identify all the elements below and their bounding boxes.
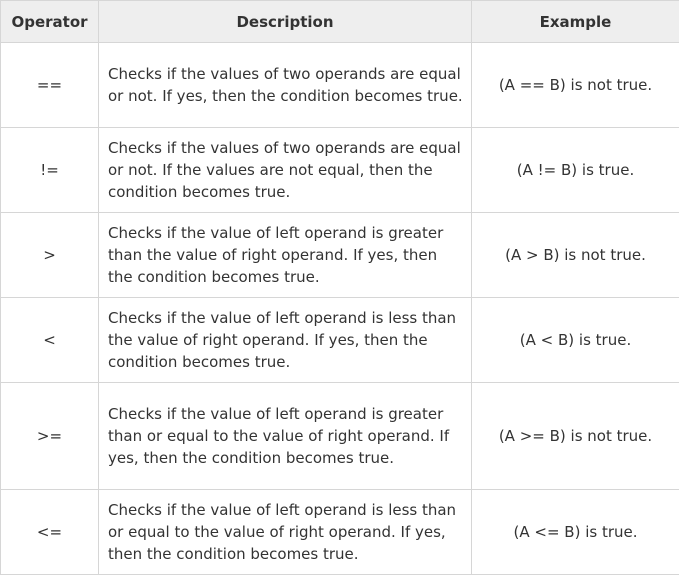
description-cell: Checks if the value of left operand is l… [99, 298, 472, 383]
table-row: != Checks if the values of two operands … [1, 128, 679, 213]
operator-cell: <= [1, 490, 99, 575]
header-example: Example [472, 1, 679, 43]
table-row: > Checks if the value of left operand is… [1, 213, 679, 298]
table-row: == Checks if the values of two operands … [1, 43, 679, 128]
header-description: Description [99, 1, 472, 43]
description-cell: Checks if the value of left operand is g… [99, 213, 472, 298]
description-cell: Checks if the value of left operand is g… [99, 383, 472, 490]
description-cell: Checks if the values of two operands are… [99, 128, 472, 213]
operators-table: Operator Description Example == Checks i… [0, 0, 679, 575]
example-cell: (A > B) is not true. [472, 213, 679, 298]
operator-cell: == [1, 43, 99, 128]
table-row: <= Checks if the value of left operand i… [1, 490, 679, 575]
header-operator: Operator [1, 1, 99, 43]
example-cell: (A <= B) is true. [472, 490, 679, 575]
operator-cell: > [1, 213, 99, 298]
operator-cell: < [1, 298, 99, 383]
operator-cell: != [1, 128, 99, 213]
example-cell: (A < B) is true. [472, 298, 679, 383]
example-cell: (A == B) is not true. [472, 43, 679, 128]
description-cell: Checks if the value of left operand is l… [99, 490, 472, 575]
table-body: == Checks if the values of two operands … [1, 43, 679, 575]
example-cell: (A >= B) is not true. [472, 383, 679, 490]
table-header: Operator Description Example [1, 1, 679, 43]
header-row: Operator Description Example [1, 1, 679, 43]
table-row: < Checks if the value of left operand is… [1, 298, 679, 383]
operator-cell: >= [1, 383, 99, 490]
description-cell: Checks if the values of two operands are… [99, 43, 472, 128]
example-cell: (A != B) is true. [472, 128, 679, 213]
table-row: >= Checks if the value of left operand i… [1, 383, 679, 490]
